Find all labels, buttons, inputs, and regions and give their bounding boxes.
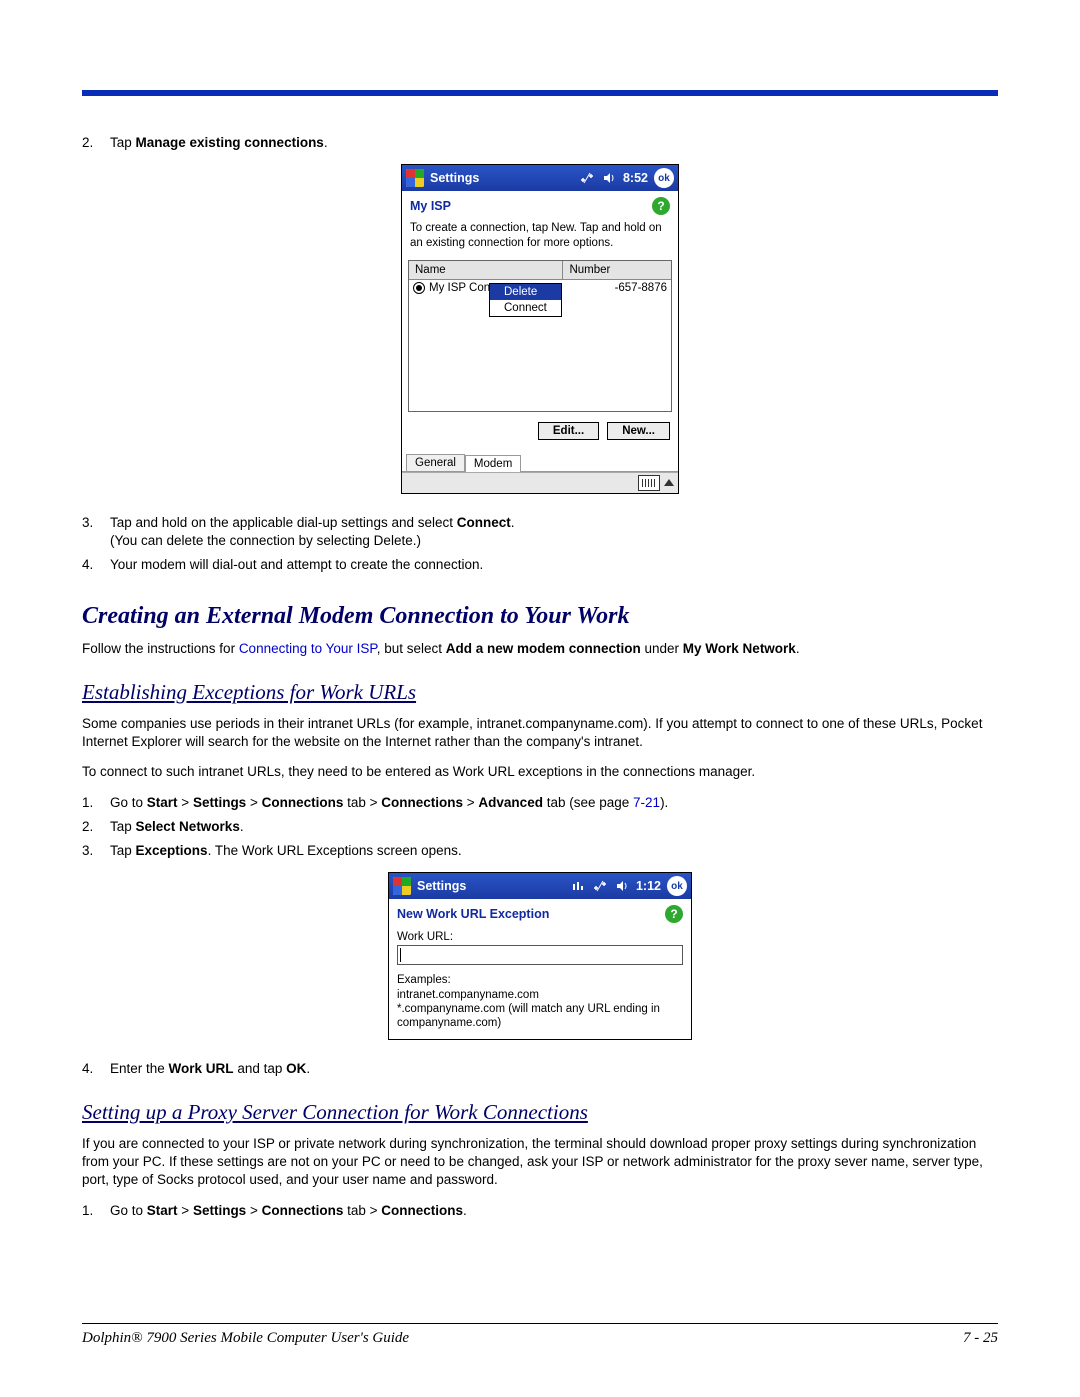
edit-button[interactable]: Edit... [538, 422, 599, 440]
screenshot-settings-myisp: Settings 8:52 ok My ISP ? To create a co… [401, 164, 679, 494]
list-number: 3. [82, 514, 100, 550]
menu-item-connect[interactable]: Connect [490, 300, 561, 316]
radio-selected-icon [413, 282, 425, 294]
step-4: 4. Your modem will dial-out and attempt … [82, 556, 998, 574]
windows-flag-icon [406, 169, 424, 187]
step-3: 3. Tap and hold on the applicable dial-u… [82, 514, 998, 550]
step-text: Tap and hold on the applicable dial-up s… [110, 514, 515, 550]
examples-header: Examples: [397, 973, 683, 987]
step-text: Go to Start > Settings > Connections tab… [110, 794, 668, 812]
button-row: Edit... New... [402, 412, 678, 454]
sip-bar [402, 472, 678, 493]
ok-button[interactable]: ok [654, 168, 674, 188]
para: Some companies use periods in their intr… [82, 715, 998, 751]
clock-text: 1:12 [636, 879, 661, 893]
list-number: 4. [82, 1060, 100, 1078]
new-button[interactable]: New... [607, 422, 670, 440]
instruction-text: To create a connection, tap New. Tap and… [402, 217, 678, 260]
example-line-2: *.companyname.com (will match any URL en… [397, 1002, 683, 1031]
step-text: Tap Select Networks. [110, 818, 244, 836]
grid-header: Name Number [409, 261, 671, 280]
tab-modem[interactable]: Modem [465, 455, 521, 472]
app-title-row: New Work URL Exception ? [389, 899, 691, 925]
step-4b: 4. Enter the Work URL and tap OK. [82, 1060, 998, 1078]
titlebar-title: Settings [430, 171, 479, 185]
list-number: 1. [82, 1202, 100, 1220]
help-icon[interactable]: ? [652, 197, 670, 215]
example-line-1: intranet.companyname.com [397, 988, 683, 1002]
step-3b: 3. Tap Exceptions. The Work URL Exceptio… [82, 842, 998, 860]
page-number: 7 - 25 [963, 1330, 998, 1347]
tab-general[interactable]: General [406, 454, 465, 471]
work-url-input[interactable] [397, 945, 683, 965]
footer-title: Dolphin® 7900 Series Mobile Computer Use… [82, 1330, 409, 1347]
para: To connect to such intranet URLs, they n… [82, 763, 998, 781]
list-number: 2. [82, 134, 100, 152]
keyboard-icon[interactable] [638, 475, 660, 491]
step-text: Your modem will dial-out and attempt to … [110, 556, 483, 574]
speaker-icon [601, 170, 617, 186]
screenshot-work-url-exception: Settings 1:12 ok New Work URL Exception … [388, 872, 692, 1040]
examples-block: Examples: intranet.companyname.com *.com… [389, 971, 691, 1039]
list-number: 3. [82, 842, 100, 860]
work-url-label: Work URL: [389, 925, 691, 945]
help-icon[interactable]: ? [665, 905, 683, 923]
connectivity-icon [592, 878, 608, 894]
context-menu: Delete Connect [489, 283, 562, 317]
step-1c: 1. Go to Start > Settings > Connections … [82, 1202, 998, 1220]
sync-icon [570, 878, 586, 894]
ok-button[interactable]: ok [667, 876, 687, 896]
link-connecting-isp[interactable]: Connecting to Your ISP [239, 641, 377, 656]
step-2: 2. Tap Manage existing connections. [82, 134, 998, 152]
app-title: New Work URL Exception [397, 907, 549, 921]
titlebar-title: Settings [417, 879, 466, 893]
step-text: Go to Start > Settings > Connections tab… [110, 1202, 467, 1220]
step-1: 1. Go to Start > Settings > Connections … [82, 794, 998, 812]
text-cursor-icon [400, 948, 401, 962]
subsection-title-proxy: Setting up a Proxy Server Connection for… [82, 1100, 998, 1125]
tab-row: General Modem [402, 454, 678, 472]
clock-text: 8:52 [623, 171, 648, 185]
title-bar: Settings 8:52 ok [402, 165, 678, 191]
connections-grid: Name Number My ISP Con -657-8876 Delete … [408, 260, 672, 412]
step-text: Tap Exceptions. The Work URL Exceptions … [110, 842, 462, 860]
row-name: My ISP Con [429, 282, 490, 294]
col-number-header: Number [563, 261, 671, 279]
section-para: Follow the instructions for Connecting t… [82, 640, 998, 658]
windows-flag-icon [393, 877, 411, 895]
step-text: Enter the Work URL and tap OK. [110, 1060, 310, 1078]
section-title-external-modem: Creating an External Modem Connection to… [82, 603, 998, 630]
header-rule [82, 90, 998, 96]
title-bar: Settings 1:12 ok [389, 873, 691, 899]
up-arrow-icon[interactable] [664, 479, 674, 486]
list-number: 4. [82, 556, 100, 574]
para: If you are connected to your ISP or priv… [82, 1135, 998, 1190]
step-subtext: (You can delete the connection by select… [110, 532, 515, 550]
footer-rule [82, 1323, 998, 1324]
subsection-title-work-urls: Establishing Exceptions for Work URLs [82, 680, 998, 705]
page-footer: Dolphin® 7900 Series Mobile Computer Use… [82, 1323, 998, 1347]
connectivity-icon [579, 170, 595, 186]
row-number: -657-8876 [615, 282, 667, 294]
speaker-icon [614, 878, 630, 894]
menu-item-delete[interactable]: Delete [490, 284, 561, 300]
col-name-header: Name [409, 261, 563, 279]
step-2b: 2. Tap Select Networks. [82, 818, 998, 836]
link-page-7-21[interactable]: 7-21 [633, 795, 660, 810]
step-text: Tap Manage existing connections. [110, 134, 328, 152]
app-title-row: My ISP ? [402, 191, 678, 217]
list-number: 2. [82, 818, 100, 836]
page: 2. Tap Manage existing connections. Sett… [0, 0, 1080, 1397]
app-title: My ISP [410, 199, 451, 213]
list-number: 1. [82, 794, 100, 812]
